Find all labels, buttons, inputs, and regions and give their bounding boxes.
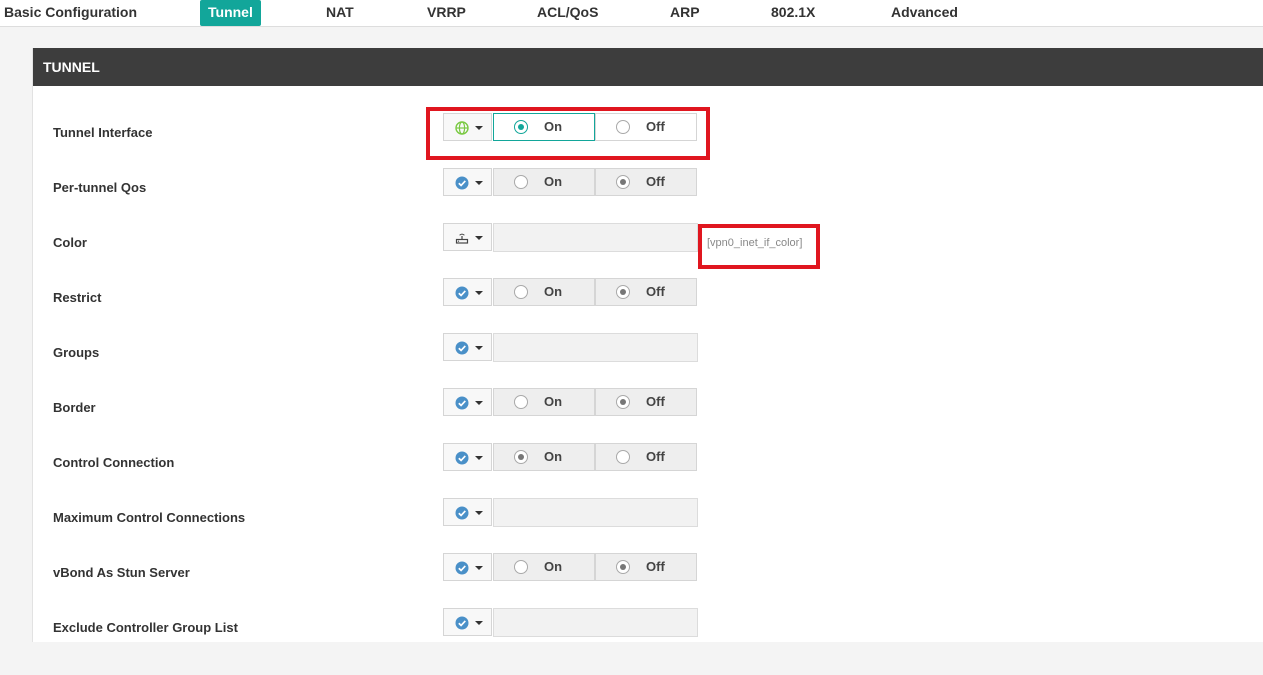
field-label-restrict: Restrict: [53, 290, 102, 305]
text-input-maximum-control-connections[interactable]: [493, 498, 698, 527]
scope-dropdown-vbond-as-stun-server[interactable]: [443, 553, 492, 581]
tab-acl-qos[interactable]: ACL/QoS: [537, 0, 598, 26]
radio-label-on: On: [544, 559, 563, 574]
radio-label-off: Off: [646, 449, 665, 464]
radio-circle-icon: [616, 285, 630, 299]
caret-down-icon: [475, 346, 483, 350]
caret-down-icon: [475, 566, 483, 570]
radio-label-on: On: [544, 449, 563, 464]
field-label-color: Color: [53, 235, 87, 250]
tab-advanced[interactable]: Advanced: [891, 0, 958, 26]
field-label-exclude-controller-group-list: Exclude Controller Group List: [53, 620, 238, 635]
field-label-per-tunnel-qos: Per-tunnel Qos: [53, 180, 147, 195]
radio-label-off: Off: [646, 394, 665, 409]
highlight-box-tunnel-interface: [426, 107, 710, 160]
caret-down-icon: [475, 401, 483, 405]
field-label-maximum-control-connections: Maximum Control Connections: [53, 510, 246, 525]
radio-circle-icon: [616, 450, 630, 464]
field-label-vbond-as-stun-server: vBond As Stun Server: [53, 565, 190, 580]
scope-dropdown-border[interactable]: [443, 388, 492, 416]
field-label-control-connection: Control Connection: [53, 455, 175, 470]
tab-basic-configuration[interactable]: Basic Configuration: [4, 0, 137, 26]
radio-circle-icon: [514, 395, 528, 409]
radio-circle-icon: [514, 560, 528, 574]
tab-bar: Basic Configuration Tunnel NAT VRRP ACL/…: [0, 0, 1263, 27]
field-label-border: Border: [53, 400, 96, 415]
caret-down-icon: [475, 291, 483, 295]
radio-off-vbond-as-stun-server[interactable]: Off: [595, 553, 697, 581]
tab-arp[interactable]: ARP: [670, 0, 700, 26]
tab-nat[interactable]: NAT: [326, 0, 354, 26]
radio-off-border[interactable]: Off: [595, 388, 697, 416]
radio-circle-icon: [616, 175, 630, 189]
scope-dropdown-groups[interactable]: [443, 333, 492, 361]
field-label-tunnel-interface: Tunnel Interface: [53, 125, 153, 140]
caret-down-icon: [475, 621, 483, 625]
radio-label-on: On: [544, 394, 563, 409]
field-label-groups: Groups: [53, 345, 100, 360]
radio-off-per-tunnel-qos[interactable]: Off: [595, 168, 697, 196]
radio-label-off: Off: [646, 284, 665, 299]
scope-dropdown-maximum-control-connections[interactable]: [443, 498, 492, 526]
radio-circle-icon: [616, 560, 630, 574]
radio-on-vbond-as-stun-server[interactable]: On: [493, 553, 595, 581]
text-input-color[interactable]: [493, 223, 698, 252]
scope-dropdown-color[interactable]: [443, 223, 492, 251]
radio-circle-icon: [514, 285, 528, 299]
radio-label-off: Off: [646, 559, 665, 574]
radio-on-restrict[interactable]: On: [493, 278, 595, 306]
scope-dropdown-control-connection[interactable]: [443, 443, 492, 471]
scope-dropdown-restrict[interactable]: [443, 278, 492, 306]
highlight-box-color-variable: [698, 224, 820, 269]
tab-8021x[interactable]: 802.1X: [771, 0, 815, 26]
caret-down-icon: [475, 236, 483, 240]
tab-tunnel[interactable]: Tunnel: [200, 0, 261, 26]
radio-label-off: Off: [646, 174, 665, 189]
radio-circle-icon: [514, 450, 528, 464]
field-row-exclude-controller-group-list: Exclude Controller Group List: [33, 608, 1263, 675]
radio-label-on: On: [544, 174, 563, 189]
text-input-groups[interactable]: [493, 333, 698, 362]
radio-label-on: On: [544, 284, 563, 299]
scope-dropdown-per-tunnel-qos[interactable]: [443, 168, 492, 196]
caret-down-icon: [475, 456, 483, 460]
radio-circle-icon: [616, 395, 630, 409]
radio-on-border[interactable]: On: [493, 388, 595, 416]
radio-off-control-connection[interactable]: Off: [595, 443, 697, 471]
text-input-exclude-controller-group-list[interactable]: [493, 608, 698, 637]
radio-off-restrict[interactable]: Off: [595, 278, 697, 306]
tab-vrrp[interactable]: VRRP: [427, 0, 466, 26]
radio-on-per-tunnel-qos[interactable]: On: [493, 168, 595, 196]
section-title: TUNNEL: [33, 48, 1263, 86]
scope-dropdown-exclude-controller-group-list[interactable]: [443, 608, 492, 636]
radio-circle-icon: [514, 175, 528, 189]
caret-down-icon: [475, 511, 483, 515]
caret-down-icon: [475, 181, 483, 185]
radio-on-control-connection[interactable]: On: [493, 443, 595, 471]
